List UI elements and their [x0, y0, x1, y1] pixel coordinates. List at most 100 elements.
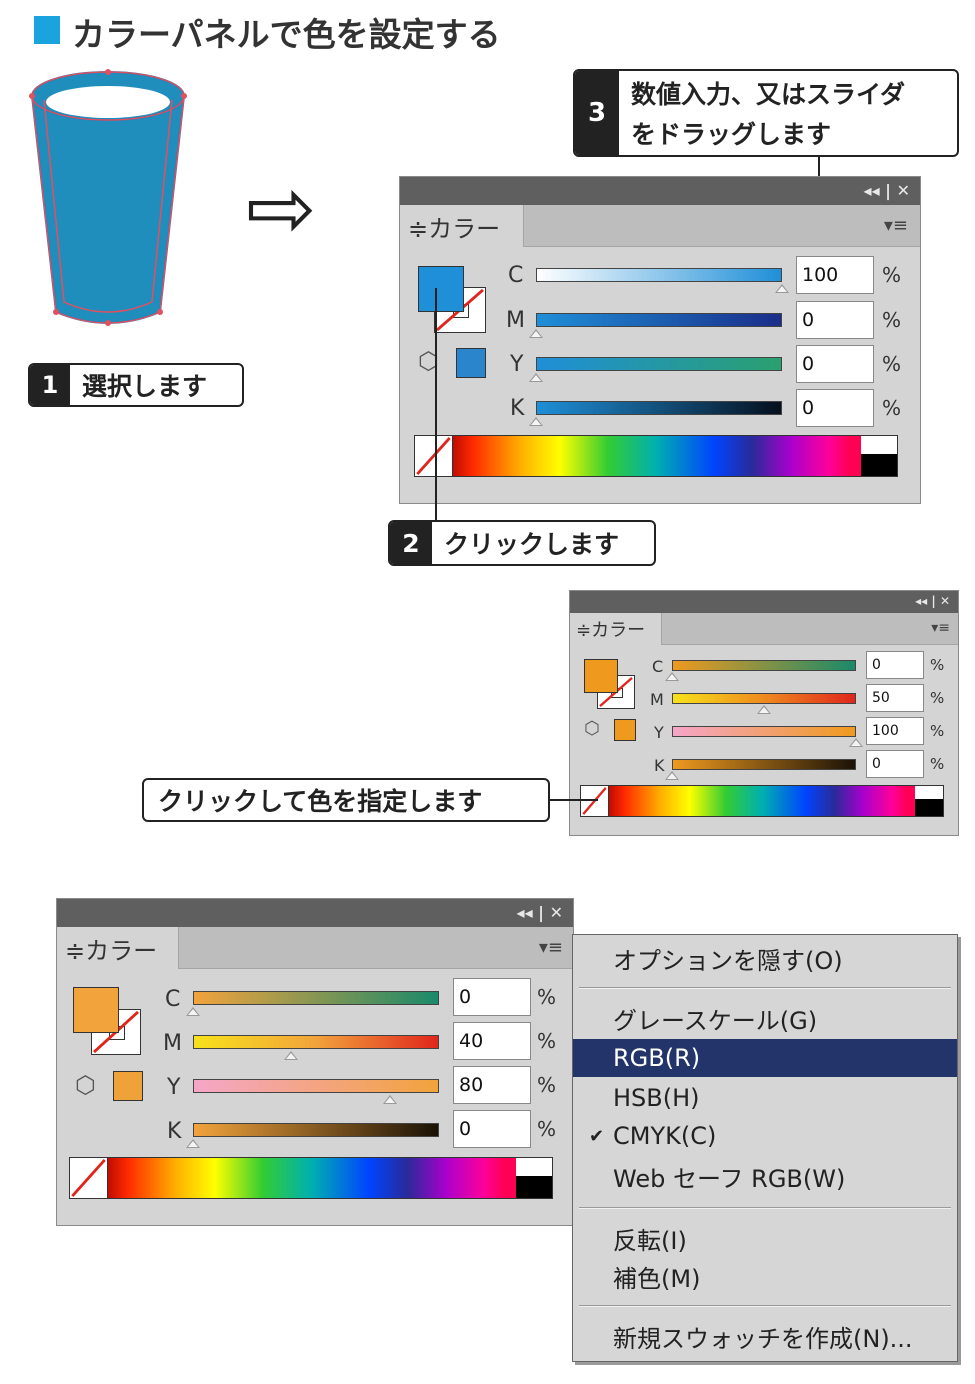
page-title: カラーパネルで色を設定する	[72, 15, 501, 54]
none-color-swatch[interactable]	[70, 1158, 108, 1198]
yellow-value-field[interactable]: 0	[796, 345, 874, 383]
black-swatch[interactable]	[915, 799, 943, 816]
menu-item-cmyk[interactable]: ✔ CMYK(C)	[573, 1117, 957, 1155]
tab-color[interactable]: ≑カラー	[400, 205, 524, 247]
yellow-slider-thumb[interactable]	[382, 1095, 397, 1104]
panel-collapse-close-icon[interactable]: ◂◂ | ✕	[915, 594, 950, 608]
menu-item-new-swatch[interactable]: 新規スウォッチを作成(N)...	[573, 1317, 957, 1355]
cyan-value-field[interactable]: 100	[796, 256, 874, 294]
fill-swatch[interactable]	[584, 659, 618, 693]
menu-item-hsb[interactable]: HSB(H)	[573, 1079, 957, 1117]
magenta-value-field[interactable]: 40	[453, 1022, 531, 1060]
cyan-label: C	[652, 657, 664, 676]
black-slider-thumb[interactable]	[529, 417, 543, 426]
cyan-value-field[interactable]: 0	[453, 978, 531, 1016]
magenta-slider-thumb[interactable]	[757, 705, 771, 714]
menu-item-grayscale[interactable]: グレースケール(G)	[573, 999, 957, 1037]
panel-collapse-close-icon[interactable]: ◂◂ | ✕	[517, 903, 563, 922]
cyan-slider[interactable]	[536, 268, 782, 282]
menu-item-invert[interactable]: 反転(I)	[573, 1219, 957, 1257]
white-swatch[interactable]	[861, 436, 897, 456]
step2-text: クリックします	[444, 530, 620, 559]
yellow-slider[interactable]	[536, 357, 782, 371]
magenta-slider[interactable]	[536, 313, 782, 327]
black-value-field[interactable]: 0	[866, 750, 924, 778]
menu-item-complement[interactable]: 補色(M)	[573, 1257, 957, 1295]
step1-number: 1	[30, 365, 70, 405]
menu-item-rgb[interactable]: RGB(R)	[573, 1039, 957, 1077]
yellow-slider[interactable]	[672, 726, 856, 737]
yellow-value-field[interactable]: 80	[453, 1066, 531, 1104]
yellow-slider-thumb[interactable]	[849, 738, 863, 747]
panel-options-menu: オプションを隠す(O) グレースケール(G) RGB(R) HSB(H) ✔ C…	[572, 934, 958, 1362]
menu-separator	[579, 987, 951, 989]
magenta-slider-thumb[interactable]	[529, 329, 543, 338]
magenta-slider-thumb[interactable]	[284, 1051, 299, 1060]
cyan-slider-thumb[interactable]	[775, 284, 789, 293]
yellow-slider-thumb[interactable]	[529, 373, 543, 382]
menu-separator	[579, 1207, 951, 1209]
menu-item-hide-options[interactable]: オプションを隠す(O)	[573, 939, 957, 977]
none-color-swatch[interactable]	[415, 436, 453, 476]
tab-color[interactable]: ≑カラー	[57, 927, 179, 969]
cyan-slider-thumb[interactable]	[186, 1007, 200, 1016]
black-swatch[interactable]	[861, 454, 897, 476]
cyan-slider[interactable]	[193, 991, 439, 1005]
step4-text: クリックして色を指定します	[158, 787, 483, 816]
black-value-field[interactable]: 0	[796, 389, 874, 427]
color-spectrum-bar[interactable]	[69, 1157, 553, 1199]
black-label: K	[654, 756, 665, 775]
cup-illustration[interactable]	[22, 66, 194, 352]
fill-swatch[interactable]	[73, 987, 119, 1033]
magenta-percent: %	[930, 689, 945, 707]
web-safe-swatch[interactable]	[456, 348, 486, 378]
panel-menu-icon[interactable]: ▾≡	[931, 620, 950, 636]
black-slider-thumb[interactable]	[665, 771, 679, 780]
web-safe-swatch[interactable]	[113, 1071, 143, 1101]
tab-color[interactable]: ≑カラー	[570, 613, 662, 645]
cyan-percent: %	[537, 985, 557, 1009]
black-slider[interactable]	[193, 1123, 439, 1137]
none-color-swatch[interactable]	[581, 786, 609, 816]
black-swatch[interactable]	[516, 1176, 552, 1198]
black-percent: %	[882, 396, 902, 420]
cyan-label: C	[165, 987, 181, 1012]
web-safe-swatch[interactable]	[614, 719, 636, 741]
magenta-label: M	[163, 1031, 182, 1056]
fill-swatch[interactable]	[418, 266, 464, 312]
out-of-gamut-cube-icon[interactable]: ⬡	[75, 1071, 96, 1099]
color-spectrum-bar[interactable]	[580, 785, 944, 817]
step3-number: 3	[575, 71, 619, 155]
yellow-value-field[interactable]: 100	[866, 717, 924, 745]
yellow-percent: %	[930, 722, 945, 740]
panel-titlebar: ◂◂ | ✕	[57, 899, 573, 927]
magenta-percent: %	[537, 1029, 557, 1053]
magenta-value-field[interactable]: 50	[866, 684, 924, 712]
yellow-percent: %	[537, 1073, 557, 1097]
step3-text-line1: 数値入力、又はスライダ	[631, 80, 906, 109]
cyan-slider[interactable]	[672, 660, 856, 671]
black-value-field[interactable]: 0	[453, 1110, 531, 1148]
magenta-slider[interactable]	[193, 1035, 439, 1049]
magenta-slider[interactable]	[672, 693, 856, 704]
color-spectrum-bar[interactable]	[414, 435, 898, 477]
out-of-gamut-cube-icon[interactable]: ⬡	[584, 718, 600, 739]
yellow-percent: %	[882, 352, 902, 376]
step4-leader-line	[550, 799, 598, 801]
menu-item-web-safe-rgb[interactable]: Web セーフ RGB(W)	[573, 1157, 957, 1195]
black-slider-thumb[interactable]	[186, 1139, 200, 1148]
black-slider[interactable]	[672, 759, 856, 770]
magenta-value-field[interactable]: 0	[796, 301, 874, 339]
step4-callout: クリックして色を指定します	[142, 778, 550, 822]
cyan-slider-thumb[interactable]	[665, 672, 679, 681]
yellow-label: Y	[654, 723, 664, 742]
cyan-value-field[interactable]: 0	[866, 651, 924, 679]
white-swatch[interactable]	[516, 1158, 552, 1178]
black-slider[interactable]	[536, 401, 782, 415]
panel-menu-icon[interactable]: ▾≡	[884, 215, 908, 236]
panel-tab-row: ≑カラー ▾≡	[570, 613, 958, 645]
panel-collapse-close-icon[interactable]: ◂◂ | ✕	[864, 181, 910, 200]
panel-menu-icon[interactable]: ▾≡	[539, 937, 563, 958]
cyan-label: C	[508, 263, 524, 288]
yellow-slider[interactable]	[193, 1079, 439, 1093]
